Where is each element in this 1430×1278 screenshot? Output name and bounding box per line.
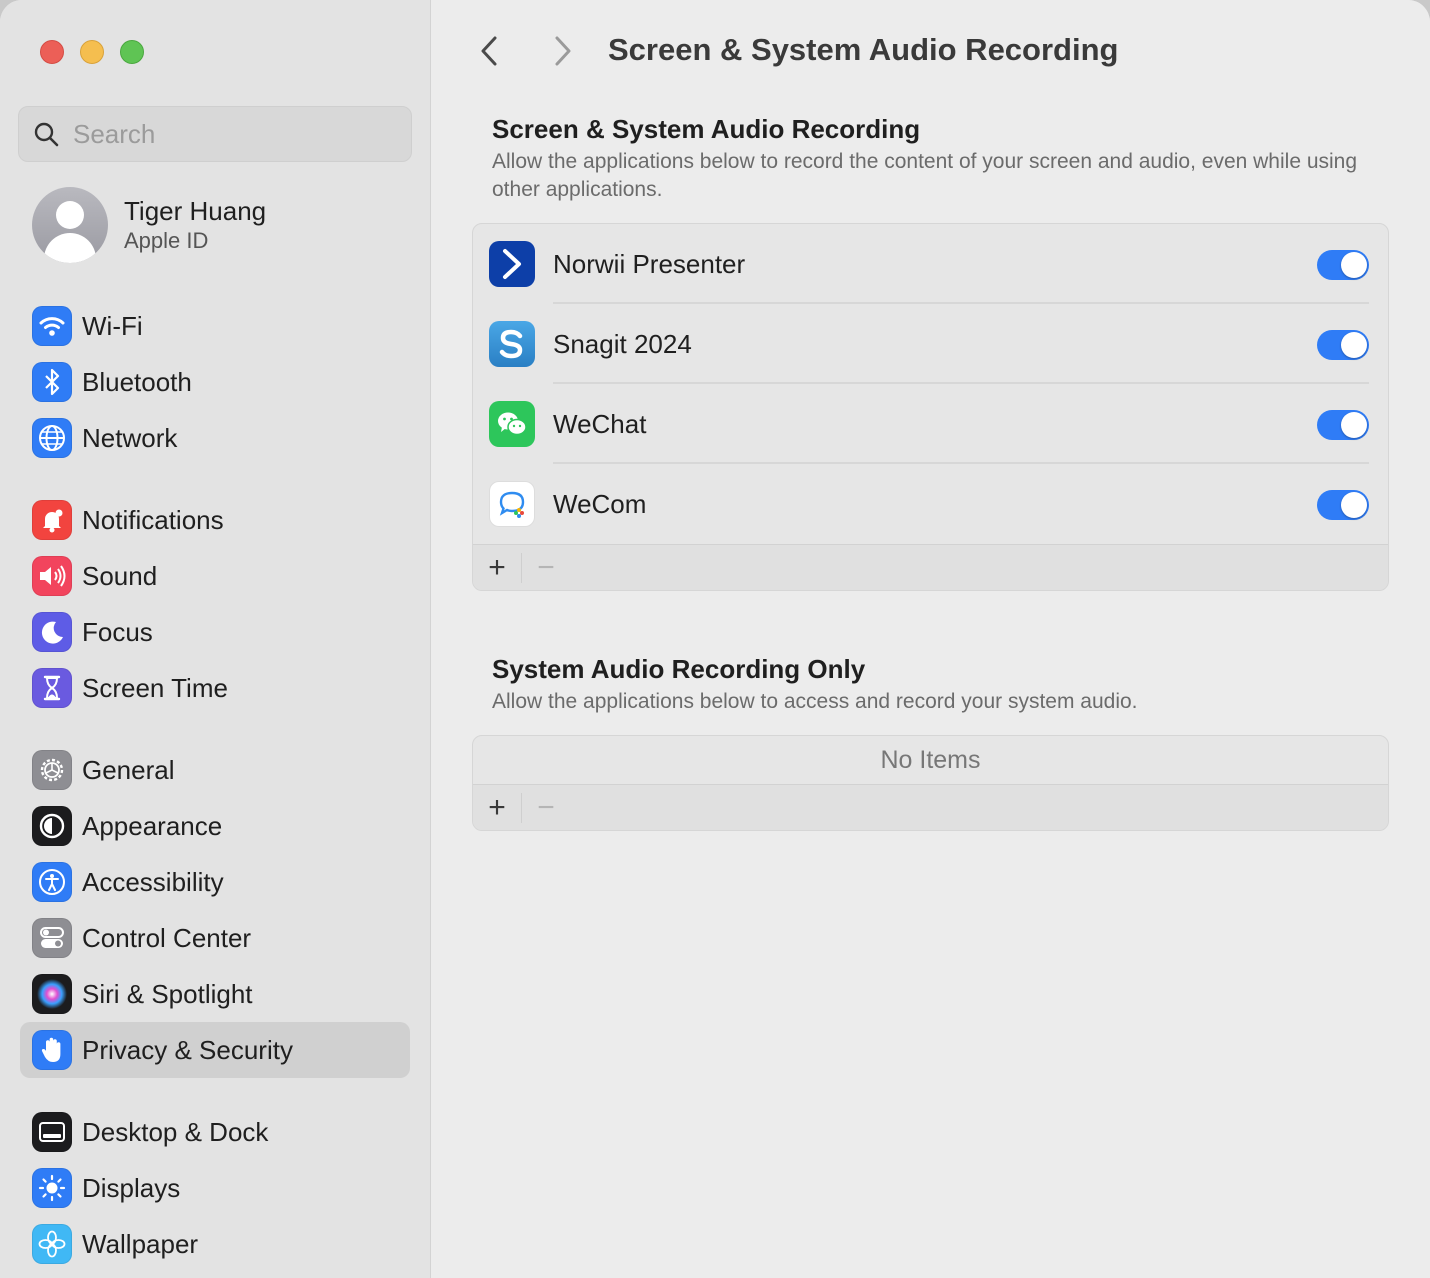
sidebar-item-label: Network <box>82 422 178 453</box>
audio-recording-app-list: No Items + − <box>472 735 1389 831</box>
snagit-toggle[interactable] <box>1317 330 1369 360</box>
app-row-wecom: WeCom <box>473 464 1388 544</box>
avatar <box>32 187 108 263</box>
remove-audio-app-button[interactable]: − <box>522 785 570 830</box>
norwii-icon <box>489 241 535 287</box>
sidebar-item-label: Appearance <box>82 810 223 841</box>
sidebar-item-label: Displays <box>82 1172 181 1203</box>
app-row-snagit: Snagit 2024 <box>473 304 1388 384</box>
app-name: Snagit 2024 <box>553 328 692 359</box>
flower-icon <box>32 1224 72 1264</box>
sidebar-item-control-center[interactable]: Control Center <box>20 910 410 966</box>
sidebar-item-label: Sound <box>82 560 158 591</box>
app-name: WeChat <box>553 408 647 439</box>
sidebar-item-label: Focus <box>82 616 153 647</box>
sun-icon <box>32 1168 72 1208</box>
screen-list-footer: + − <box>473 544 1388 590</box>
sidebar-item-general[interactable]: General <box>20 742 410 798</box>
globe-icon <box>32 418 72 458</box>
speaker-icon <box>32 556 72 596</box>
app-name: Norwii Presenter <box>553 248 746 279</box>
appearance-icon <box>32 806 72 846</box>
sidebar-item-desktop-dock[interactable]: Desktop & Dock <box>20 1104 410 1160</box>
back-chevron-icon[interactable] <box>475 34 505 68</box>
sidebar-item-label: Siri & Spotlight <box>82 978 253 1009</box>
audio-list-footer: + − <box>473 784 1388 830</box>
sidebar-item-network[interactable]: Network <box>20 410 410 466</box>
settings-window: Tiger Huang Apple ID Wi-Fi Bluetooth Net… <box>0 0 1430 1278</box>
sidebar-item-notifications[interactable]: Notifications <box>20 492 410 548</box>
minimize-window-button[interactable] <box>80 40 104 64</box>
switches-icon <box>32 918 72 958</box>
snagit-icon <box>489 321 535 367</box>
remove-app-button[interactable]: − <box>522 545 570 590</box>
screen-recording-section-description: Allow the applications below to record t… <box>492 150 1358 201</box>
page-title: Screen & System Audio Recording <box>608 32 1119 67</box>
forward-chevron-icon[interactable] <box>547 34 577 68</box>
wifi-icon <box>32 306 72 346</box>
sidebar-item-siri-spotlight[interactable]: Siri & Spotlight <box>20 966 410 1022</box>
audio-recording-section-title: System Audio Recording Only <box>492 654 866 684</box>
audio-recording-section-description: Allow the applications below to access a… <box>492 690 1138 713</box>
gear-icon <box>32 750 72 790</box>
sidebar-item-wifi[interactable]: Wi-Fi <box>20 298 410 354</box>
close-window-button[interactable] <box>40 40 64 64</box>
wechat-toggle[interactable] <box>1317 410 1369 440</box>
hand-icon <box>32 1030 72 1070</box>
wecom-toggle[interactable] <box>1317 490 1369 520</box>
sidebar-item-privacy-security[interactable]: Privacy & Security <box>20 1022 410 1078</box>
add-app-button[interactable]: + <box>473 545 521 590</box>
sidebar-item-appearance[interactable]: Appearance <box>20 798 410 854</box>
screen-recording-section-title: Screen & System Audio Recording <box>492 114 921 144</box>
sidebar-item-label: Desktop & Dock <box>82 1116 269 1147</box>
moon-icon <box>32 612 72 652</box>
screen-recording-app-list: Norwii Presenter Snagit 2024 WeChat WeCo… <box>472 223 1389 591</box>
sidebar-item-wallpaper[interactable]: Wallpaper <box>20 1216 410 1272</box>
sidebar: Tiger Huang Apple ID Wi-Fi Bluetooth Net… <box>0 0 431 1278</box>
hourglass-icon <box>32 668 72 708</box>
sidebar-item-screen-time[interactable]: Screen Time <box>20 660 410 716</box>
search-field[interactable] <box>18 106 412 162</box>
norwii-presenter-toggle[interactable] <box>1317 250 1369 280</box>
sidebar-item-focus[interactable]: Focus <box>20 604 410 660</box>
sidebar-item-label: Notifications <box>82 504 224 535</box>
sidebar-item-label: Control Center <box>82 922 252 953</box>
search-input[interactable] <box>71 117 375 151</box>
apple-id-profile[interactable]: Tiger Huang Apple ID <box>32 187 266 263</box>
wecom-icon <box>489 481 535 527</box>
sidebar-item-bluetooth[interactable]: Bluetooth <box>20 354 410 410</box>
profile-subtitle: Apple ID <box>124 228 209 253</box>
bluetooth-icon <box>32 362 72 402</box>
accessibility-icon <box>32 862 72 902</box>
sidebar-item-sound[interactable]: Sound <box>20 548 410 604</box>
sidebar-item-label: General <box>82 754 175 785</box>
app-row-wechat: WeChat <box>473 384 1388 464</box>
sidebar-item-label: Screen Time <box>82 672 228 703</box>
zoom-window-button[interactable] <box>120 40 144 64</box>
sidebar-item-label: Bluetooth <box>82 366 192 397</box>
toolbar: Screen & System Audio Recording <box>431 0 1430 100</box>
siri-icon <box>32 974 72 1014</box>
sidebar-item-label: Accessibility <box>82 866 224 897</box>
app-name: WeCom <box>553 488 647 519</box>
add-audio-app-button[interactable]: + <box>473 785 521 830</box>
main-pane: Screen & System Audio Recording Screen &… <box>431 0 1430 1278</box>
sidebar-item-label: Wi-Fi <box>82 310 143 341</box>
empty-list-text: No Items <box>880 745 981 774</box>
app-row-norwii-presenter: Norwii Presenter <box>473 224 1388 304</box>
bell-icon <box>32 500 72 540</box>
sidebar-item-displays[interactable]: Displays <box>20 1160 410 1216</box>
sidebar-item-accessibility[interactable]: Accessibility <box>20 854 410 910</box>
window-controls <box>40 40 144 64</box>
sidebar-item-label: Privacy & Security <box>82 1034 293 1065</box>
sidebar-item-label: Wallpaper <box>82 1228 199 1259</box>
dock-icon <box>32 1112 72 1152</box>
wechat-icon <box>489 401 535 447</box>
profile-name: Tiger Huang <box>124 196 267 226</box>
search-icon <box>34 122 59 147</box>
